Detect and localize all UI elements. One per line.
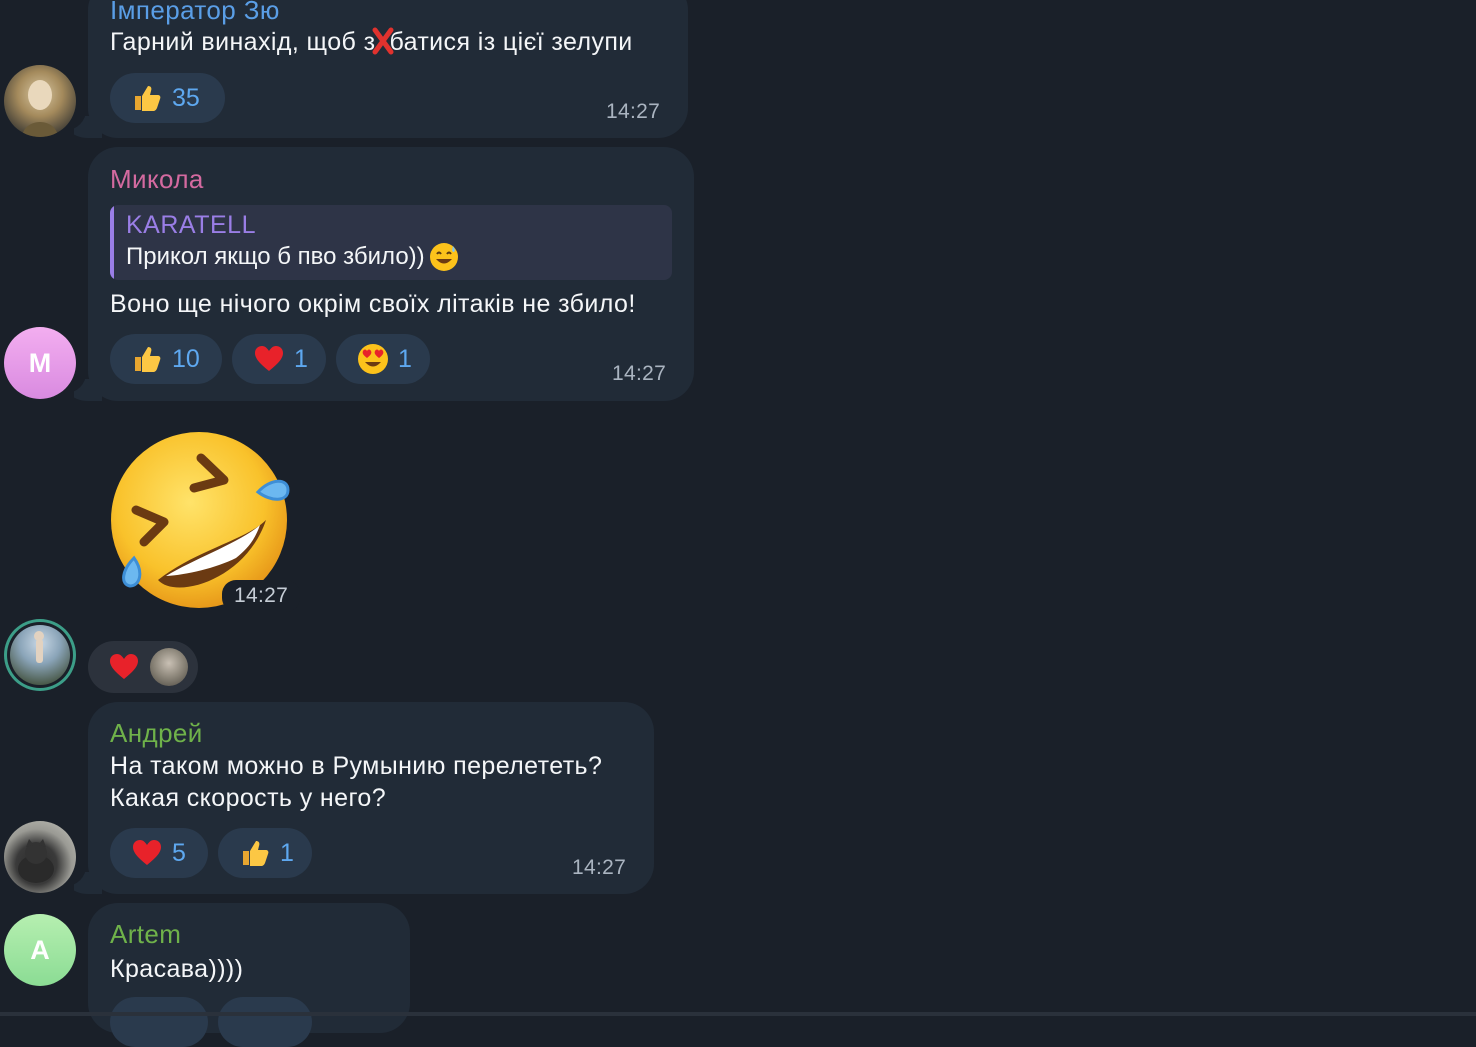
avatar[interactable]: M bbox=[4, 327, 76, 399]
reaction-thumbs-up[interactable]: 10 bbox=[110, 334, 222, 384]
sticker-time: 14:27 bbox=[222, 580, 301, 612]
avatar[interactable]: A bbox=[4, 914, 76, 986]
message-text: Гарний винахід, щоб з батися із цієї зелу… bbox=[110, 27, 633, 56]
sender-name[interactable]: Микола bbox=[110, 164, 204, 195]
reaction-red-heart[interactable]: 5 bbox=[110, 828, 208, 878]
reaction-thumbs-up[interactable]: 1 bbox=[218, 828, 312, 878]
sender-name[interactable]: Імператор Зю bbox=[110, 0, 280, 26]
reaction-red-heart[interactable]: 1 bbox=[232, 334, 326, 384]
message-text: Красава)))) bbox=[110, 955, 244, 983]
reply-quote[interactable]: KARATELL Прикол якщо б пво збило)) bbox=[110, 205, 672, 280]
message-bubble[interactable]: Микола KARATELL Прикол якщо б пво збило)… bbox=[74, 147, 694, 401]
grinning-sweat-emoji-icon bbox=[429, 242, 459, 272]
reply-sender: KARATELL bbox=[126, 211, 256, 239]
bubble-tail bbox=[74, 872, 104, 894]
thumbs-up-icon bbox=[130, 81, 164, 115]
message-text: Воно ще нічого окрім своїх літаків не зб… bbox=[110, 290, 636, 318]
heart-eyes-emoji-icon bbox=[356, 342, 390, 376]
avatar[interactable] bbox=[4, 619, 76, 691]
red-heart-icon bbox=[109, 653, 139, 686]
reaction-pill[interactable] bbox=[218, 997, 312, 1047]
reply-text: Прикол якщо б пво збило)) bbox=[126, 242, 459, 272]
sender-name[interactable]: Artem bbox=[110, 919, 181, 950]
reactor-avatar bbox=[150, 648, 188, 686]
red-cross-mark-icon bbox=[372, 27, 394, 55]
bottom-divider bbox=[0, 1012, 1476, 1016]
message-time: 14:27 bbox=[606, 100, 661, 123]
message-time: 14:27 bbox=[572, 856, 627, 879]
red-heart-icon bbox=[252, 342, 286, 376]
thumbs-up-icon bbox=[130, 342, 164, 376]
sender-name[interactable]: Андрей bbox=[110, 718, 203, 749]
reaction-thumbs-up[interactable]: 35 bbox=[110, 73, 225, 123]
avatar[interactable] bbox=[4, 65, 76, 137]
message-text-line: Какая скорость у него? bbox=[110, 784, 387, 812]
bubble-tail bbox=[74, 116, 104, 138]
thumbs-up-icon bbox=[238, 836, 272, 870]
reply-accent-bar bbox=[110, 205, 114, 280]
bubble-tail bbox=[74, 379, 104, 401]
reaction-pill[interactable] bbox=[110, 997, 208, 1047]
message-bubble[interactable]: Андрей На таком можно в Румынию перелете… bbox=[74, 702, 654, 894]
message-text-line: На таком можно в Румынию перелететь? bbox=[110, 752, 603, 780]
message-time: 14:27 bbox=[612, 362, 667, 385]
red-heart-icon bbox=[130, 836, 164, 870]
reaction-heart-eyes[interactable]: 1 bbox=[336, 334, 430, 384]
sticker-reactions[interactable] bbox=[88, 641, 198, 693]
avatar[interactable] bbox=[4, 821, 76, 893]
message-bubble[interactable]: Імператор Зю Гарний винахід, щоб з батися… bbox=[74, 0, 688, 138]
